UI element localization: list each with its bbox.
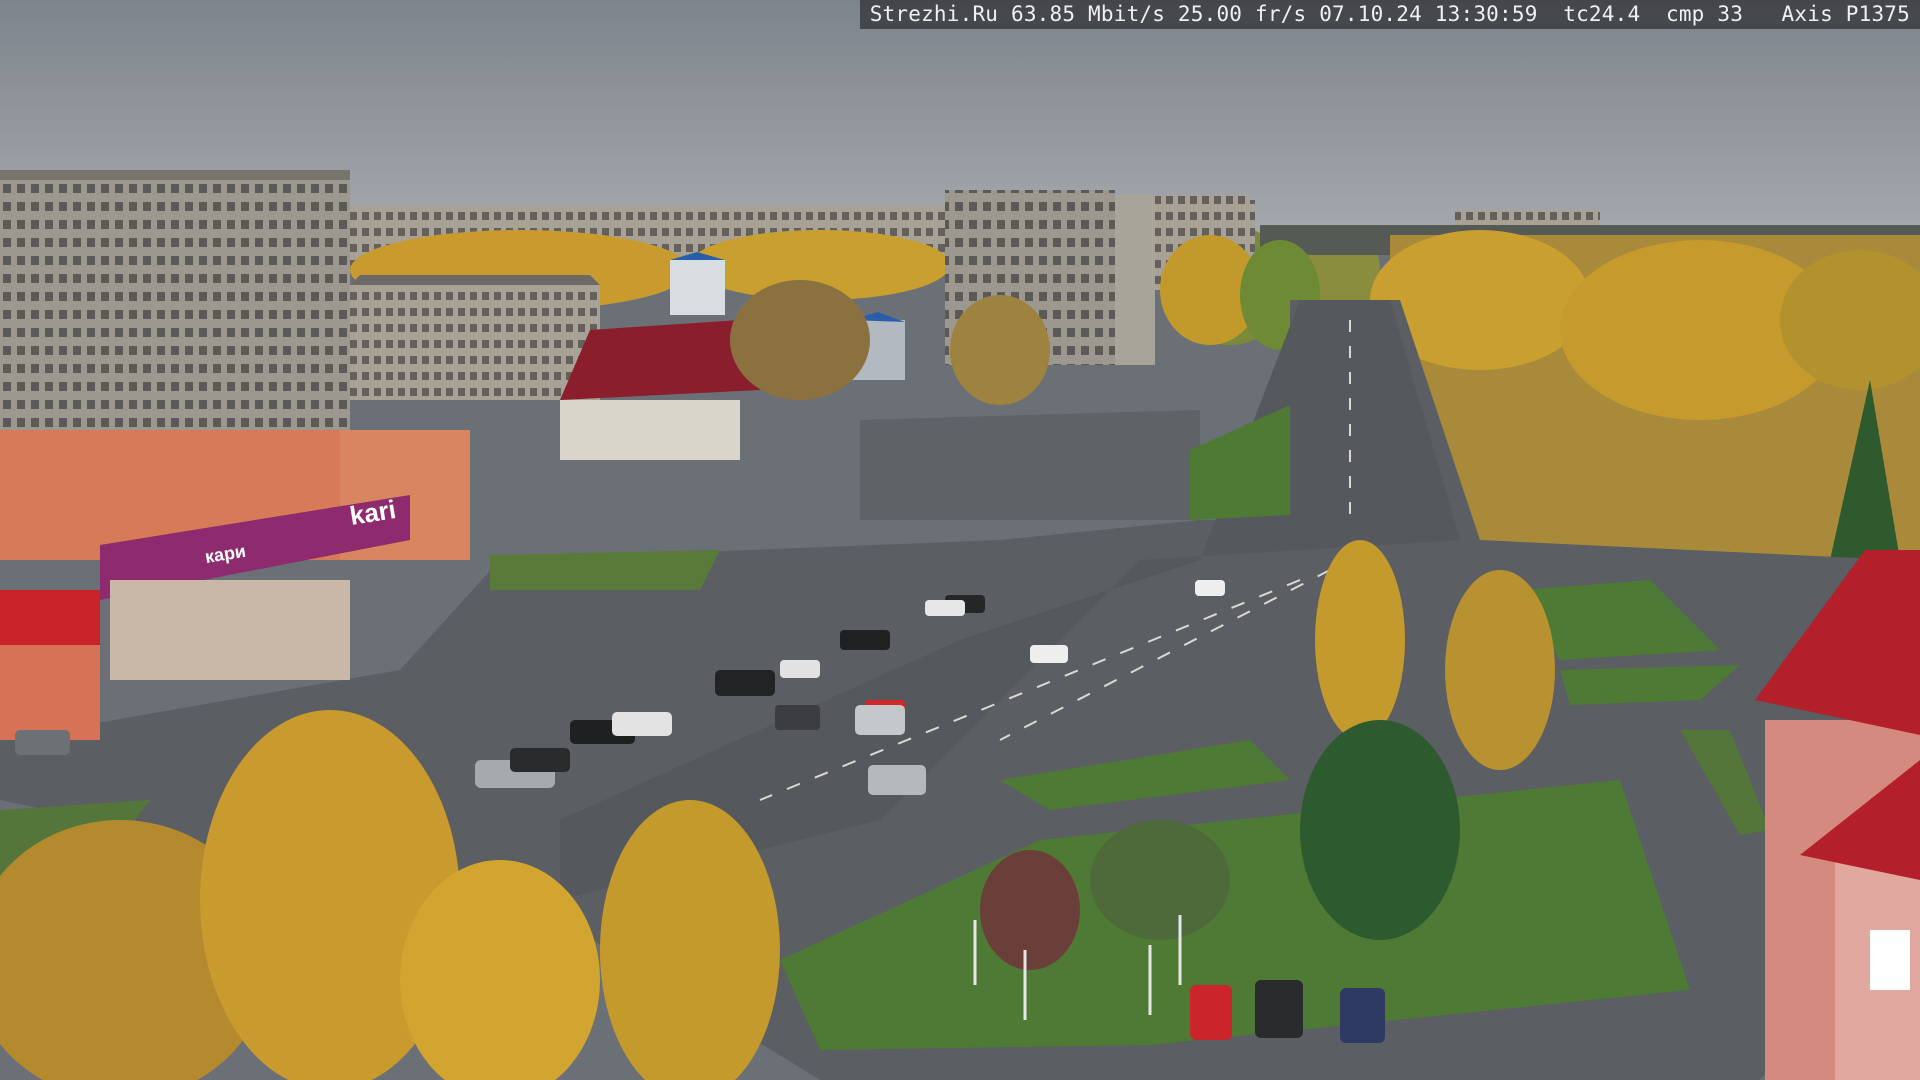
camera-info-overlay: Strezhi.Ru 63.85 Mbit/s 25.00 fr/s 07.10… [859,0,1920,29]
webcam-scene: kari кари [0,0,1920,1080]
